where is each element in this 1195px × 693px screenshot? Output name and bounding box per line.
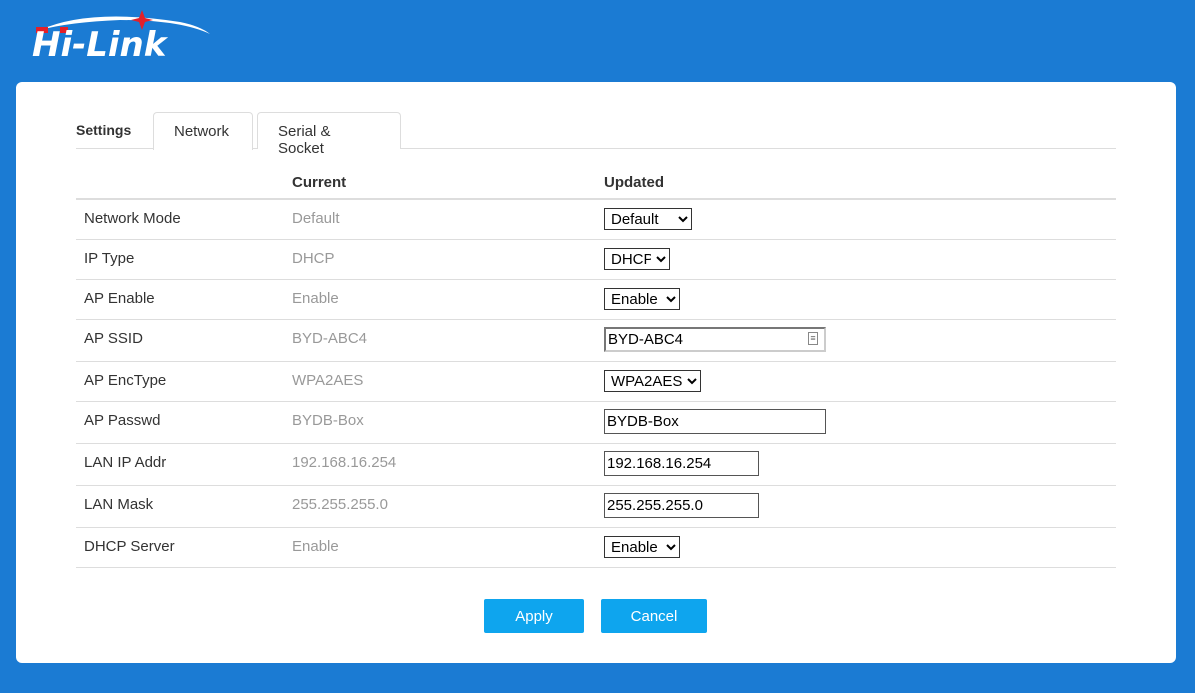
- autofill-icon[interactable]: ≡: [808, 332, 818, 345]
- cancel-button[interactable]: Cancel: [601, 599, 707, 633]
- tab-bar: Settings Network Serial & Socket: [76, 112, 1116, 157]
- table-row-lan-mask: LAN Mask 255.255.255.0: [76, 486, 1116, 528]
- row-label: DHCP Server: [84, 538, 175, 555]
- table-row-lan-ip-addr: LAN IP Addr 192.168.16.254: [76, 444, 1116, 486]
- table-row-dhcp-server: DHCP Server Enable Enable: [76, 528, 1116, 568]
- apply-button[interactable]: Apply: [484, 599, 584, 633]
- current-value: WPA2AES: [292, 372, 364, 389]
- table-row-ap-ssid: AP SSID BYD-ABC4 ≡: [76, 320, 1116, 362]
- network-mode-select[interactable]: Default: [604, 208, 692, 230]
- network-settings-table: Current Updated Network Mode Default Def…: [76, 162, 1116, 568]
- ip-type-select[interactable]: DHCP: [604, 248, 670, 270]
- row-label: AP Passwd: [84, 412, 161, 429]
- ap-ssid-input[interactable]: [604, 327, 826, 352]
- updated-control: Enable: [604, 288, 680, 310]
- updated-control: WPA2AES: [604, 370, 701, 392]
- updated-control: ≡: [604, 327, 826, 352]
- current-value: BYD-ABC4: [292, 330, 368, 347]
- updated-control: DHCP: [604, 248, 670, 270]
- row-label: IP Type: [84, 250, 135, 267]
- current-value: Default: [292, 210, 340, 227]
- table-row-ap-enctype: AP EncType WPA2AES WPA2AES: [76, 362, 1116, 402]
- row-label: LAN Mask: [84, 496, 154, 513]
- ap-passwd-input[interactable]: [604, 409, 826, 434]
- current-value: DHCP: [292, 250, 335, 267]
- header-updated: Updated: [604, 174, 664, 191]
- ssid-field-wrap: ≡: [604, 327, 826, 352]
- tab-network[interactable]: Network: [153, 112, 253, 150]
- lan-mask-input[interactable]: [604, 493, 759, 518]
- table-row-ip-type: IP Type DHCP DHCP: [76, 240, 1116, 280]
- table-row-ap-enable: AP Enable Enable Enable: [76, 280, 1116, 320]
- updated-control: [604, 493, 759, 518]
- current-value: BYDB-Box: [292, 412, 364, 429]
- updated-control: [604, 451, 759, 476]
- table-row-ap-passwd: AP Passwd BYDB-Box: [76, 402, 1116, 444]
- settings-card: Settings Network Serial & Socket Current…: [16, 82, 1176, 663]
- row-label: AP EncType: [84, 372, 167, 389]
- current-value: Enable: [292, 538, 339, 555]
- row-label: AP Enable: [84, 290, 155, 307]
- row-label: LAN IP Addr: [84, 454, 167, 471]
- row-label: Network Mode: [84, 210, 181, 227]
- table-header: Current Updated: [76, 162, 1116, 200]
- updated-control: [604, 409, 826, 434]
- svg-text:Hi-Link: Hi-Link: [32, 25, 169, 63]
- ap-enable-select[interactable]: Enable: [604, 288, 680, 310]
- dhcp-server-select[interactable]: Enable: [604, 536, 680, 558]
- row-label: AP SSID: [84, 330, 143, 347]
- current-value: Enable: [292, 290, 339, 307]
- current-value: 192.168.16.254: [292, 454, 397, 471]
- settings-label: Settings: [76, 122, 132, 138]
- tab-serial-socket[interactable]: Serial & Socket: [257, 112, 401, 157]
- lan-ip-addr-input[interactable]: [604, 451, 759, 476]
- ap-enctype-select[interactable]: WPA2AES: [604, 370, 701, 392]
- header-current: Current: [292, 174, 347, 191]
- updated-control: Enable: [604, 536, 680, 558]
- table-row-network-mode: Network Mode Default Default: [76, 200, 1116, 240]
- current-value: 255.255.255.0: [292, 496, 388, 513]
- hi-link-logo: Hi-Link: [32, 10, 210, 63]
- updated-control: Default: [604, 208, 692, 230]
